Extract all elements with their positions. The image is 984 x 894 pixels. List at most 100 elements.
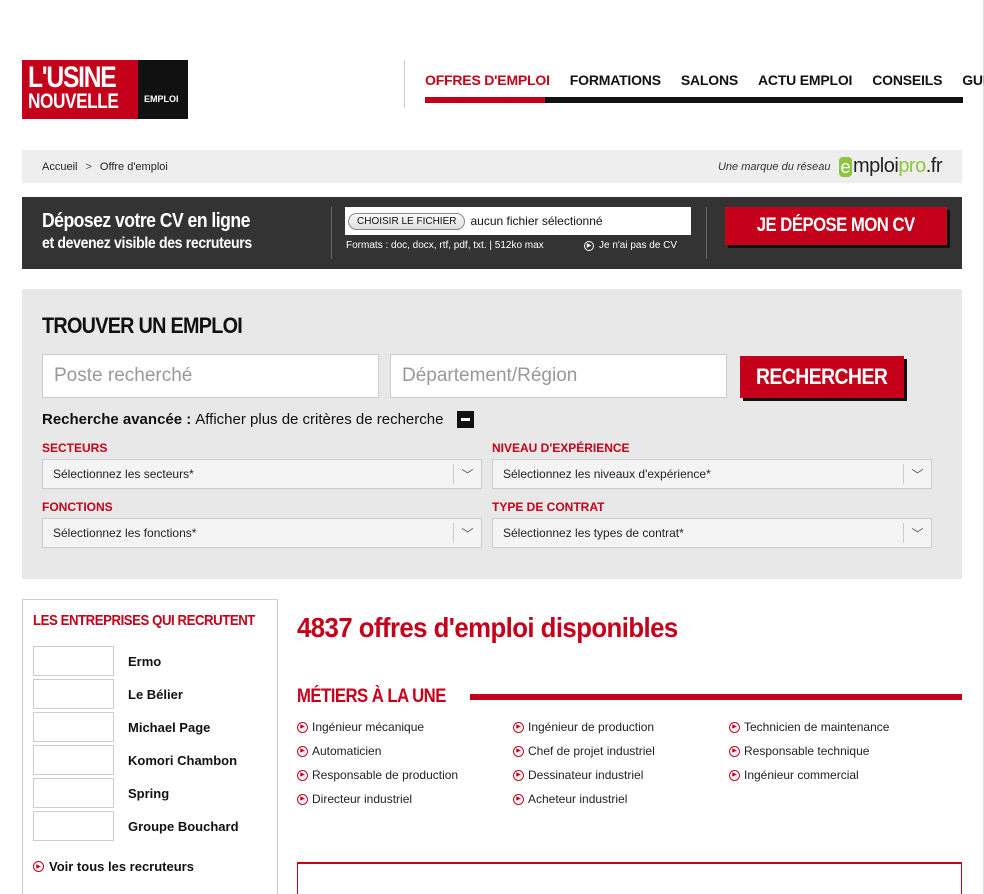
logo-tag: EMPLOI	[138, 60, 188, 119]
job-count-title: 4837 offres d'emploi disponibles	[297, 612, 678, 643]
company-name: Komori Chambon	[128, 752, 238, 768]
location-input[interactable]: Département/Région	[390, 354, 727, 398]
metier-label: Chef de projet industriel	[528, 744, 655, 758]
emploipro-logo[interactable]: e mploi pro .fr	[838, 155, 943, 178]
metier-link[interactable]: ▶ Acheteur industriel	[513, 792, 627, 806]
company-item[interactable]: Komori Chambon	[33, 745, 237, 775]
fonctions-select[interactable]: Sélectionnez les fonctions* ﹀	[42, 518, 482, 548]
no-cv-link[interactable]: ▶ Je n'ai pas de CV	[584, 240, 677, 251]
arrow-circle-icon: ▶	[584, 240, 594, 251]
advanced-search-text: Afficher plus de critères de recherche	[195, 411, 444, 428]
emploipro-logo-e: e	[838, 156, 853, 177]
main-nav: OFFRES D'EMPLOI FORMATIONS SALONS ACTU E…	[404, 60, 984, 108]
job-title-input[interactable]: Poste recherché	[42, 354, 379, 398]
breadcrumb: Accueil > Offre d'emploi	[42, 161, 168, 173]
company-item[interactable]: Ermo	[33, 646, 161, 676]
metier-label: Ingénieur mécanique	[312, 720, 425, 734]
metier-link[interactable]: ▶ Ingénieur mécanique	[297, 720, 424, 734]
company-item[interactable]: Michael Page	[33, 712, 210, 742]
recruiting-companies: LES ENTREPRISES QUI RECRUTENT Ermo Le Bé…	[22, 599, 278, 894]
search-button[interactable]: RECHERCHER	[740, 356, 904, 398]
nav-item-formations[interactable]: FORMATIONS	[570, 72, 661, 88]
niveau-value: Sélectionnez les niveaux d'expérience*	[503, 467, 711, 481]
nav-item-conseils[interactable]: CONSEILS	[872, 72, 942, 88]
arrow-circle-icon: ▶	[729, 745, 740, 757]
arrow-circle-icon: ▶	[297, 769, 308, 781]
metier-label: Ingénieur commercial	[744, 768, 859, 782]
company-logo	[33, 745, 114, 775]
brand-network: Une marque du réseau e mploi pro .fr	[718, 155, 943, 178]
advanced-search-toggle[interactable]: Recherche avancée : Afficher plus de cri…	[42, 411, 475, 428]
metier-link[interactable]: ▶ Dessinateur industriel	[513, 768, 643, 782]
metier-label: Technicien de maintenance	[744, 720, 890, 734]
cv-formats: Formats : doc, docx, rtf, pdf, txt. | 51…	[346, 240, 544, 251]
usine-nouvelle-logo[interactable]: L'USINE NOUVELLE EMPLOI	[22, 60, 188, 119]
arrow-circle-icon: ▶	[513, 745, 524, 757]
metier-link[interactable]: ▶ Ingénieur commercial	[729, 768, 859, 782]
company-name: Le Bélier	[128, 686, 183, 702]
submit-cv-button[interactable]: JE DÉPOSE MON CV	[725, 207, 947, 245]
metier-label: Responsable technique	[744, 744, 870, 758]
breadcrumb-bar: Accueil > Offre d'emploi Une marque du r…	[22, 150, 962, 183]
company-name: Michael Page	[128, 719, 211, 735]
metier-label: Dessinateur industriel	[528, 768, 644, 782]
contrat-value: Sélectionnez les types de contrat*	[503, 526, 684, 540]
company-logo	[33, 712, 114, 742]
metier-link[interactable]: ▶ Directeur industriel	[297, 792, 412, 806]
niveau-label: NIVEAU D'EXPÉRIENCE	[492, 441, 630, 455]
logo-line1: L'USINE	[28, 61, 117, 94]
chevron-down-icon: ﹀	[903, 464, 931, 484]
nav-item-salons[interactable]: SALONS	[681, 72, 738, 88]
nav-item-offres[interactable]: OFFRES D'EMPLOI	[425, 72, 550, 88]
arrow-circle-icon: ▶	[513, 769, 524, 781]
company-logo	[33, 646, 114, 676]
arrow-circle-icon: ▶	[33, 861, 44, 872]
see-all-label: Voir tous les recruteurs	[49, 859, 194, 874]
arrow-circle-icon: ▶	[513, 721, 524, 733]
metier-link[interactable]: ▶ Responsable de production	[297, 768, 458, 782]
arrow-circle-icon: ▶	[729, 769, 740, 781]
emploipro-logo-pro: pro	[898, 155, 926, 177]
company-name: Groupe Bouchard	[128, 818, 239, 834]
metier-link[interactable]: ▶ Responsable technique	[729, 744, 869, 758]
nav-item-actu-emploi[interactable]: ACTU EMPLOI	[758, 72, 852, 88]
secteurs-select[interactable]: Sélectionnez les secteurs* ﹀	[42, 459, 482, 489]
arrow-circle-icon: ▶	[297, 721, 308, 733]
search-title: TROUVER UN EMPLOI	[42, 313, 243, 338]
chevron-down-icon: ﹀	[903, 523, 931, 543]
company-logo	[33, 811, 114, 841]
contrat-label: TYPE DE CONTRAT	[492, 500, 605, 514]
arrow-circle-icon: ▶	[513, 793, 524, 805]
contrat-select[interactable]: Sélectionnez les types de contrat* ﹀	[492, 518, 932, 548]
cv-file-input[interactable]: CHOISIR LE FICHIER aucun fichier sélecti…	[345, 207, 691, 235]
company-item[interactable]: Le Bélier	[33, 679, 183, 709]
company-item[interactable]: Groupe Bouchard	[33, 811, 239, 841]
breadcrumb-separator: >	[85, 161, 92, 173]
metier-label: Ingénieur de production	[528, 720, 655, 734]
cv-title-line1: Déposez votre CV en ligne	[42, 210, 250, 232]
companies-title: LES ENTREPRISES QUI RECRUTENT	[33, 612, 255, 629]
cv-divider-right	[706, 207, 707, 259]
niveau-select[interactable]: Sélectionnez les niveaux d'expérience* ﹀	[492, 459, 932, 489]
chevron-down-icon: ﹀	[453, 523, 481, 543]
choose-file-button[interactable]: CHOISIR LE FICHIER	[348, 212, 466, 230]
metier-link[interactable]: ▶ Technicien de maintenance	[729, 720, 889, 734]
chevron-down-icon: ﹀	[453, 464, 481, 484]
cv-upload-banner: Déposez votre CV en ligne et devenez vis…	[22, 197, 962, 269]
metier-link[interactable]: ▶ Chef de projet industriel	[513, 744, 655, 758]
see-all-recruiters-link[interactable]: ▶ Voir tous les recruteurs	[33, 859, 194, 874]
collapse-icon[interactable]	[457, 411, 475, 428]
breadcrumb-home[interactable]: Accueil	[42, 161, 77, 173]
no-cv-label: Je n'ai pas de CV	[599, 240, 678, 251]
file-status: aucun fichier sélectionné	[470, 214, 603, 228]
company-item[interactable]: Spring	[33, 778, 169, 808]
cv-banner-title: Déposez votre CV en ligne et devenez vis…	[42, 210, 280, 253]
nav-underline	[545, 97, 963, 103]
metier-link[interactable]: ▶ Automaticien	[297, 744, 381, 758]
metier-link[interactable]: ▶ Ingénieur de production	[513, 720, 654, 734]
fonctions-value: Sélectionnez les fonctions*	[53, 526, 197, 540]
company-name: Ermo	[128, 653, 162, 669]
arrow-circle-icon: ▶	[297, 745, 308, 757]
nav-item-guides[interactable]: GUIDES	[962, 72, 984, 88]
advanced-search-label: Recherche avancée :	[42, 411, 192, 428]
